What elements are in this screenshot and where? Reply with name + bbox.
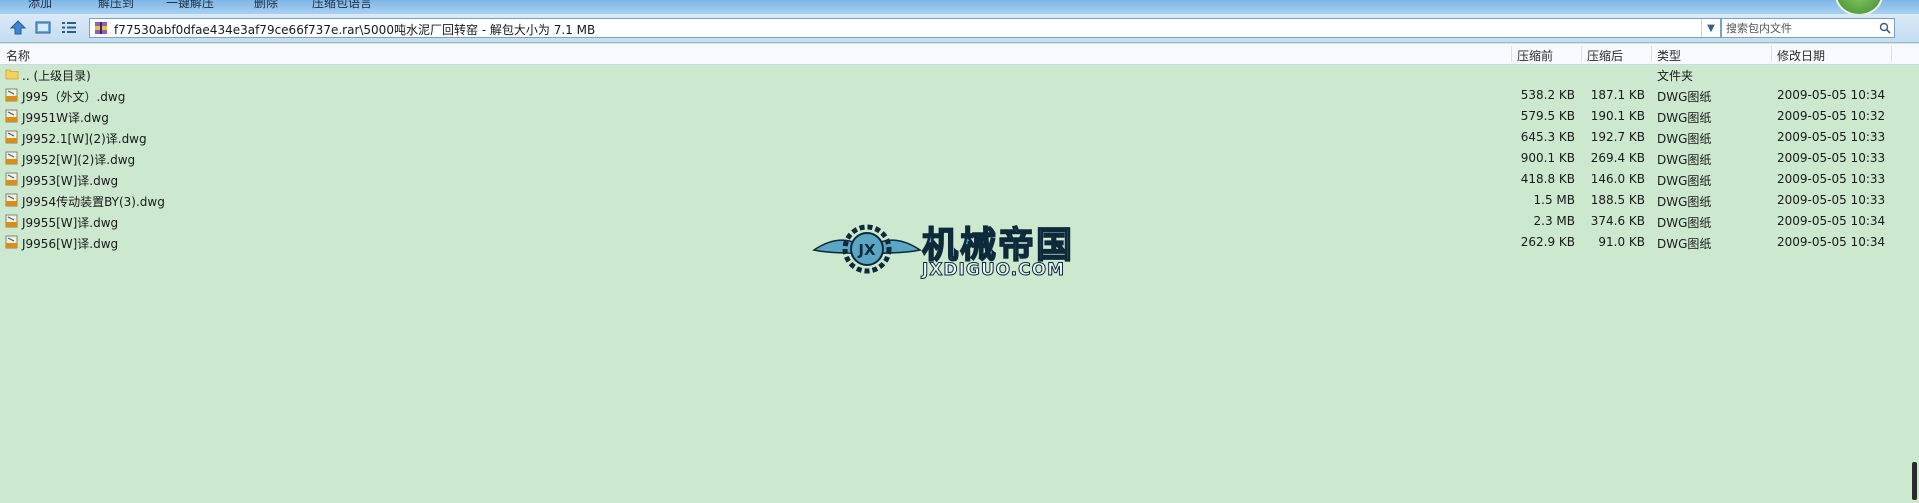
file-type: DWG图纸 [1657,216,1712,230]
folder-icon [5,69,19,80]
table-row[interactable]: J995（外文）.dwg 538.2 KB 187.1 KB DWG图纸 200… [0,85,1919,106]
file-name: J9952.1[W](2)译.dwg [22,132,147,146]
thumbnail-view-icon[interactable] [34,19,52,36]
table-row[interactable]: J9952.1[W](2)译.dwg 645.3 KB 192.7 KB DWG… [0,127,1919,148]
column-divider[interactable] [1581,46,1582,62]
modified-date: 2009-05-05 10:34 [1777,88,1886,102]
path-dropdown[interactable]: ▼ [1701,19,1720,37]
size-before: 645.3 KB [1520,130,1575,144]
file-name: J9955[W]译.dwg [22,216,119,230]
dwg-file-icon [5,193,18,207]
size-before: 418.8 KB [1520,172,1575,186]
file-name: J9951W译.dwg [22,111,109,125]
archive-language-button[interactable]: 压缩包语言 [312,0,372,11]
modified-date: 2009-05-05 10:34 [1777,214,1886,228]
size-after: 91.0 KB [1598,235,1645,249]
table-row[interactable]: J9953[W]译.dwg 418.8 KB 146.0 KB DWG图纸 20… [0,169,1919,190]
table-row[interactable]: J9951W译.dwg 579.5 KB 190.1 KB DWG图纸 2009… [0,106,1919,127]
parent-directory-row[interactable]: .. (上级目录) 文件夹 [0,64,1919,85]
column-divider[interactable] [1511,46,1512,62]
modified-date: 2009-05-05 10:33 [1777,193,1886,207]
column-divider[interactable] [1651,46,1652,62]
file-name: J9952[W](2)译.dwg [22,153,136,167]
chevron-down-icon: ▼ [1707,22,1715,34]
column-name[interactable]: 名称 [6,47,30,64]
dwg-file-icon [5,172,18,186]
address-bar: f77530abf0dfae434e3af79ce66f737e.rar\500… [0,14,1919,43]
modified-date: 2009-05-05 10:32 [1777,109,1886,123]
up-arrow-icon[interactable] [9,19,27,36]
app-logo-icon [1835,0,1883,14]
dwg-file-icon [5,235,18,249]
column-type[interactable]: 类型 [1657,47,1681,64]
dwg-file-icon [5,109,18,123]
search-box[interactable] [1721,18,1895,38]
dwg-file-icon [5,130,18,144]
size-before: 2.3 MB [1533,214,1575,228]
logo-text: JX [857,241,876,259]
dwg-file-icon [5,88,18,102]
archive-path: f77530abf0dfae434e3af79ce66f737e.rar\500… [114,23,596,37]
modified-date: 2009-05-05 10:33 [1777,172,1886,186]
file-name: J9954传动装置BY(3).dwg [22,195,165,209]
size-before: 1.5 MB [1533,193,1575,207]
size-before: 538.2 KB [1520,88,1575,102]
toolbar: 添加 解压到 一键解压 删除 压缩包语言 [0,0,1919,14]
size-after: 192.7 KB [1590,130,1645,144]
file-name: .. (上级目录) [22,69,91,83]
file-name: J995（外文）.dwg [22,90,126,104]
size-after: 269.4 KB [1590,151,1645,165]
file-type: DWG图纸 [1657,174,1712,188]
size-before: 579.5 KB [1520,109,1575,123]
rar-archive-icon [95,22,107,34]
one-click-extract-button[interactable]: 一键解压 [166,0,214,11]
size-before: 900.1 KB [1520,151,1575,165]
file-type: 文件夹 [1657,69,1694,83]
table-row[interactable]: J9954传动装置BY(3).dwg 1.5 MB 188.5 KB DWG图纸… [0,190,1919,211]
file-name: J9956[W]译.dwg [22,237,119,251]
column-modified[interactable]: 修改日期 [1777,47,1825,64]
path-field[interactable]: f77530abf0dfae434e3af79ce66f737e.rar\500… [89,18,1721,38]
search-icon[interactable] [1879,22,1891,34]
size-after: 190.1 KB [1590,109,1645,123]
file-type: DWG图纸 [1657,132,1712,146]
size-after: 187.1 KB [1590,88,1645,102]
modified-date: 2009-05-05 10:33 [1777,130,1886,144]
scrollbar-thumb[interactable] [1912,462,1917,500]
file-type: DWG图纸 [1657,195,1712,209]
column-divider[interactable] [1771,46,1772,62]
watermark: JX 机械帝国 JXDIGUO.COM [812,216,1104,282]
size-after: 374.6 KB [1590,214,1645,228]
file-type: DWG图纸 [1657,237,1712,251]
gear-wings-logo-icon: JX [812,224,922,274]
extract-to-button[interactable]: 解压到 [98,0,134,11]
file-type: DWG图纸 [1657,111,1712,125]
file-type: DWG图纸 [1657,90,1712,104]
dwg-file-icon [5,214,18,228]
watermark-url: JXDIGUO.COM [921,260,1066,281]
modified-date: 2009-05-05 10:33 [1777,151,1886,165]
dwg-file-icon [5,151,18,165]
column-header: 名称 压缩前 压缩后 类型 修改日期 [0,44,1919,65]
list-view-icon[interactable] [60,19,78,36]
search-input[interactable] [1722,19,1876,37]
column-compressed-after[interactable]: 压缩后 [1587,47,1623,64]
file-name: J9953[W]译.dwg [22,174,119,188]
file-type: DWG图纸 [1657,153,1712,167]
size-after: 188.5 KB [1590,193,1645,207]
add-button[interactable]: 添加 [28,0,52,11]
column-divider[interactable] [1891,46,1892,62]
modified-date: 2009-05-05 10:34 [1777,235,1886,249]
size-after: 146.0 KB [1590,172,1645,186]
column-compressed-before[interactable]: 压缩前 [1517,47,1553,64]
delete-button[interactable]: 删除 [254,0,278,11]
table-row[interactable]: J9952[W](2)译.dwg 900.1 KB 269.4 KB DWG图纸… [0,148,1919,169]
size-before: 262.9 KB [1520,235,1575,249]
